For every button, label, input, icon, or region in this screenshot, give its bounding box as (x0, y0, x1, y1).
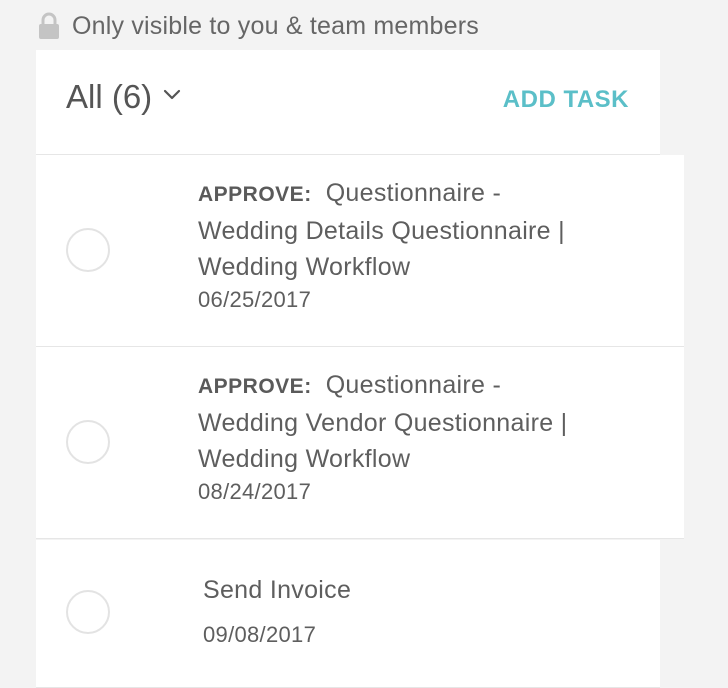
task-date: 08/24/2017 (198, 479, 312, 504)
task-date: 06/25/2017 (198, 287, 312, 312)
task-list-header: All (6) ADD TASK (36, 50, 660, 155)
task-item[interactable]: APPROVE: Questionnaire - Wedding Vendor Q… (36, 347, 684, 539)
task-body: Send Invoice 09/08/2017 (203, 572, 613, 648)
task-complete-checkbox[interactable] (66, 228, 110, 272)
filter-dropdown[interactable]: All (6) (66, 78, 182, 116)
task-complete-checkbox[interactable] (66, 590, 110, 634)
lock-icon (39, 12, 59, 39)
task-action-label: APPROVE: (198, 183, 312, 206)
filter-label: All (6) (66, 78, 153, 115)
task-title: Send Invoice (203, 572, 613, 608)
task-title: APPROVE: Questionnaire - Wedding Details … (198, 175, 608, 285)
task-complete-checkbox[interactable] (66, 420, 110, 464)
task-item[interactable]: Send Invoice 09/08/2017 (36, 540, 660, 688)
task-date: 09/08/2017 (203, 622, 317, 647)
task-body: APPROVE: Questionnaire - Wedding Vendor Q… (198, 367, 608, 505)
visibility-note-text: Only visible to you & team members (72, 11, 479, 40)
task-action-label: APPROVE: (198, 375, 312, 398)
task-title: APPROVE: Questionnaire - Wedding Vendor Q… (198, 367, 608, 477)
task-item[interactable]: APPROVE: Questionnaire - Wedding Details … (36, 155, 684, 347)
add-task-button[interactable]: ADD TASK (503, 86, 629, 114)
task-body: APPROVE: Questionnaire - Wedding Details … (198, 175, 608, 313)
task-title-text: Send Invoice (203, 576, 352, 604)
chevron-down-icon (164, 89, 181, 100)
visibility-note: Only visible to you & team members (38, 10, 479, 42)
